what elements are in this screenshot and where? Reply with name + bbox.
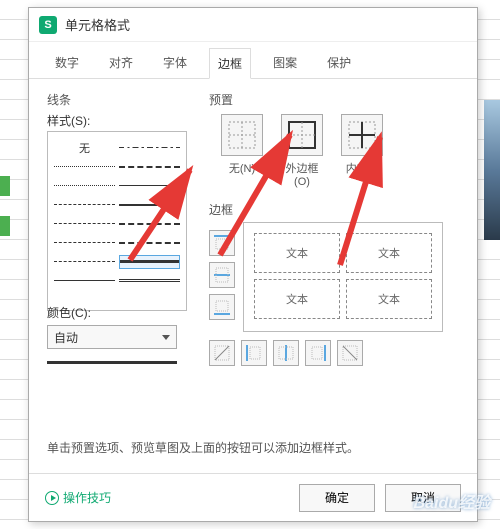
tab-protection[interactable]: 保护	[319, 48, 359, 78]
app-icon: S	[39, 16, 57, 34]
preset-label-outline: 外边框(O)	[281, 160, 323, 188]
style-opt[interactable]	[119, 198, 180, 212]
play-icon	[45, 491, 59, 505]
tab-font[interactable]: 字体	[155, 48, 195, 78]
border-preview[interactable]: 文本 文本 文本 文本	[243, 222, 443, 332]
border-middle-h-button[interactable]	[209, 262, 235, 288]
image-preview-strip	[484, 100, 500, 240]
tab-number[interactable]: 数字	[47, 48, 87, 78]
tips-label: 操作技巧	[63, 489, 111, 506]
tab-pattern[interactable]: 图案	[265, 48, 305, 78]
border-bottom-button[interactable]	[209, 294, 235, 320]
tab-alignment[interactable]: 对齐	[101, 48, 141, 78]
preset-section: 预置 无(N) 外边框(O) 内部(I)	[209, 91, 459, 188]
style-none[interactable]: 无	[54, 140, 115, 156]
line-sample	[47, 361, 177, 364]
style-opt[interactable]	[54, 274, 115, 288]
border-middle-v-button[interactable]	[273, 340, 299, 366]
chevron-down-icon	[162, 335, 170, 340]
style-opt[interactable]	[54, 179, 115, 193]
preset-none-button[interactable]	[221, 114, 263, 156]
preview-cell: 文本	[346, 279, 432, 319]
preview-cell: 文本	[254, 233, 340, 273]
selected-cell-indicator	[0, 216, 10, 236]
dialog-tabs: 数字 对齐 字体 边框 图案 保护	[29, 42, 477, 79]
watermark: Baidu经验	[414, 489, 490, 513]
style-opt[interactable]	[119, 179, 180, 193]
dialog-body: 线条 样式(S): 无 颜色(C): 自动 预置	[29, 79, 477, 459]
preset-label-none: 无(N)	[221, 160, 263, 188]
border-right-button[interactable]	[305, 340, 331, 366]
cell-format-dialog: S 单元格格式 数字 对齐 字体 边框 图案 保护 线条 样式(S): 无	[28, 7, 478, 522]
line-style-list[interactable]: 无	[47, 131, 187, 311]
line-section-label: 线条	[47, 91, 187, 108]
preset-section-label: 预置	[209, 91, 459, 108]
style-opt[interactable]	[119, 141, 180, 155]
style-opt[interactable]	[119, 160, 180, 174]
border-section: 边框 文本 文本 文本 文本	[209, 201, 459, 372]
dialog-titlebar: S 单元格格式	[29, 8, 477, 42]
color-value: 自动	[54, 329, 78, 346]
color-select[interactable]: 自动	[47, 325, 177, 349]
style-opt[interactable]	[54, 160, 115, 174]
dialog-footer: 操作技巧 确定 取消	[29, 473, 477, 521]
preset-label-inside: 内部(I)	[341, 160, 383, 188]
color-label: 颜色(C):	[47, 304, 187, 321]
ok-button[interactable]: 确定	[299, 484, 375, 512]
tips-link[interactable]: 操作技巧	[45, 489, 111, 506]
border-diag-up-button[interactable]	[209, 340, 235, 366]
preset-outline-button[interactable]	[281, 114, 323, 156]
style-opt[interactable]	[119, 236, 180, 250]
style-opt[interactable]	[119, 274, 180, 288]
preset-inside-button[interactable]	[341, 114, 383, 156]
border-diag-down-button[interactable]	[337, 340, 363, 366]
style-opt[interactable]	[54, 255, 115, 269]
style-opt[interactable]	[54, 236, 115, 250]
line-section: 线条 样式(S): 无	[47, 91, 187, 311]
preview-cell: 文本	[254, 279, 340, 319]
style-opt-selected[interactable]	[119, 255, 180, 269]
selected-cell-indicator	[0, 176, 10, 196]
border-top-button[interactable]	[209, 230, 235, 256]
dialog-title: 单元格格式	[65, 15, 130, 34]
style-opt[interactable]	[54, 217, 115, 231]
border-left-button[interactable]	[241, 340, 267, 366]
border-section-label: 边框	[209, 201, 459, 218]
preview-cell: 文本	[346, 233, 432, 273]
color-section: 颜色(C): 自动	[47, 304, 187, 364]
style-opt[interactable]	[54, 198, 115, 212]
hint-text: 单击预置选项、预览草图及上面的按钮可以添加边框样式。	[47, 439, 359, 456]
style-label: 样式(S):	[47, 112, 187, 129]
style-opt[interactable]	[119, 217, 180, 231]
tab-border[interactable]: 边框	[209, 48, 251, 79]
